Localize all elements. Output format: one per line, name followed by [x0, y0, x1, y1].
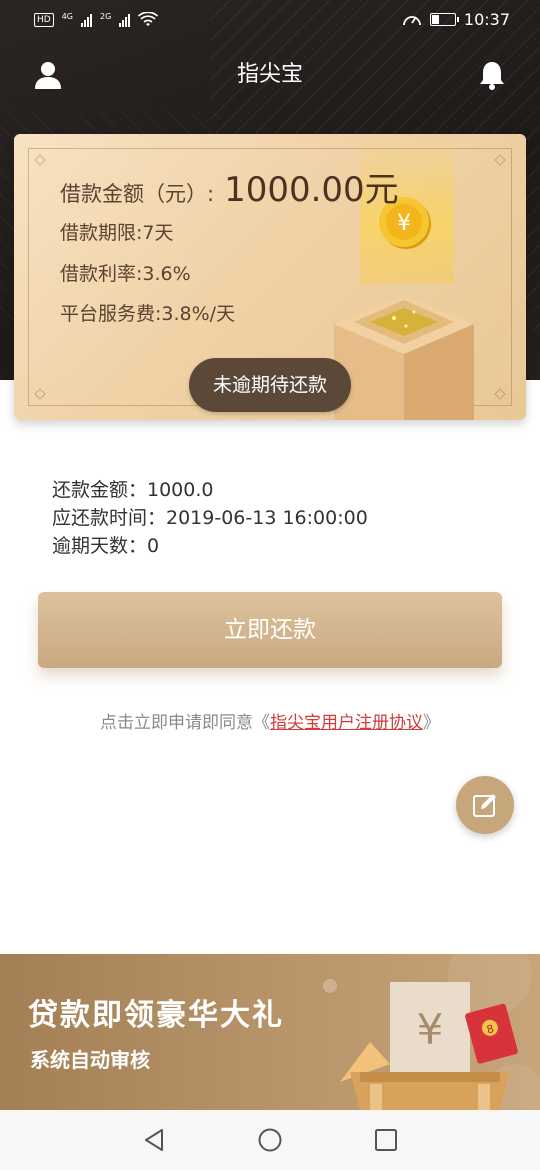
loan-rate: 借款利率:3.6%: [60, 263, 191, 285]
loan-amount-row: 借款金额（元）: 1000.00元: [60, 162, 399, 211]
gift-box-illustration: ¥ 8: [340, 982, 518, 1110]
network-4g-label: 4G: [61, 12, 73, 21]
overdue-days: 逾期天数：0: [52, 535, 160, 557]
network-2g-label: 2G: [100, 12, 112, 21]
promo-banner[interactable]: 贷款即领豪华大礼 系统自动审核 ¥ 8: [0, 954, 540, 1110]
wifi-icon: [138, 12, 159, 26]
repayment-details: 还款金额：1000.0 应还款时间：2019-06-13 16:00:00 逾期…: [52, 476, 368, 560]
svg-text:¥: ¥: [397, 211, 411, 236]
agreement-prefix: 点击立即申请即同意《: [100, 713, 270, 733]
agreement-suffix: 》: [423, 713, 440, 733]
system-nav-bar: [0, 1110, 540, 1170]
status-time: 10:37: [463, 10, 510, 29]
edit-button[interactable]: [456, 776, 514, 834]
recents-icon[interactable]: [372, 1126, 400, 1154]
loan-amount-label: 借款金额（元）:: [60, 182, 215, 206]
edit-icon: [473, 794, 496, 817]
banner-title: 贷款即领豪华大礼: [28, 998, 284, 1033]
banner-subtitle: 系统自动审核: [30, 1048, 150, 1072]
loan-card: ¥ 借款金额（元）: 1000.00元 借款期限:7天 借款利率:3.6% 平台…: [14, 134, 526, 420]
loan-amount-value: 1000.00元: [224, 170, 399, 210]
repay-now-button[interactable]: 立即还款: [38, 592, 502, 668]
signal-icon: [81, 13, 92, 27]
repayment-amount: 还款金额：1000.0: [52, 479, 214, 501]
hd-badge: HD: [34, 13, 54, 27]
signal-icon-2: [119, 13, 131, 27]
battery-icon: [429, 13, 459, 26]
status-badge: 未逾期待还款: [189, 358, 351, 412]
status-bar: HD 4G 2G 10:37: [0, 0, 540, 44]
speedometer-icon: [402, 15, 421, 25]
agreement-link[interactable]: 指尖宝用户注册协议: [270, 713, 423, 733]
loan-term: 借款期限:7天: [60, 222, 174, 244]
agreement-text: 点击立即申请即同意《指尖宝用户注册协议》: [0, 708, 540, 733]
svg-text:¥: ¥: [417, 1005, 444, 1054]
bell-icon[interactable]: [478, 60, 506, 90]
repayment-due-time: 应还款时间：2019-06-13 16:00:00: [52, 507, 368, 529]
service-fee: 平台服务费:3.8%/天: [60, 303, 236, 325]
home-icon[interactable]: [256, 1126, 284, 1154]
page-title: 指尖宝: [236, 62, 303, 87]
back-icon[interactable]: [140, 1126, 168, 1154]
